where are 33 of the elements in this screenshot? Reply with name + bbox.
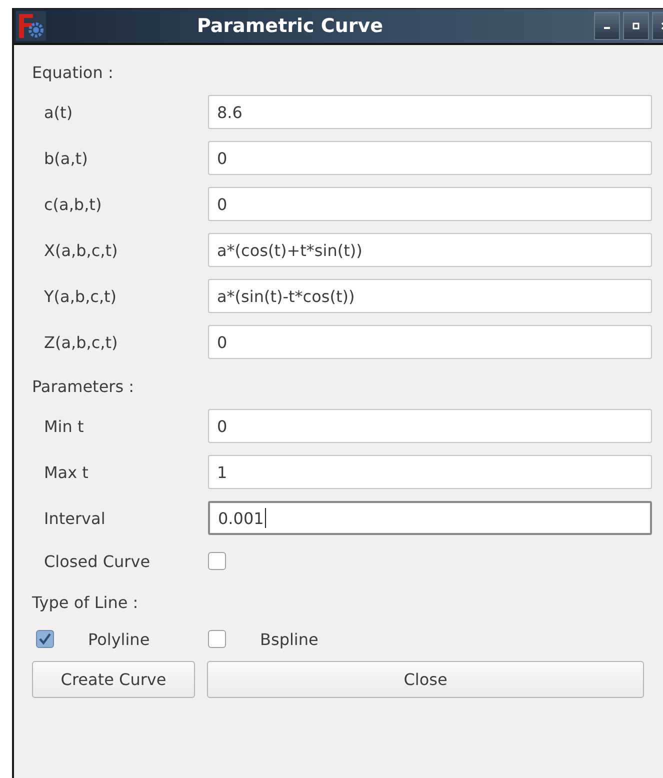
field-label: Interval <box>43 508 106 528</box>
input-field[interactable]: 0 <box>208 325 652 359</box>
checkbox[interactable] <box>208 552 226 570</box>
field-label: X(a,b,c,t) <box>43 240 119 260</box>
checkbox-label: Closed Curve <box>43 552 152 570</box>
input-field[interactable]: 1 <box>208 455 652 489</box>
section-heading: Equation : <box>32 62 114 84</box>
checkbox[interactable] <box>208 630 226 648</box>
field-label: Y(a,b,c,t) <box>43 286 118 306</box>
field-label: Max t <box>43 462 90 482</box>
input-field[interactable]: 8.6 <box>208 95 652 129</box>
maximize-button[interactable] <box>623 12 649 40</box>
section-heading: Type of Line : <box>32 592 140 614</box>
section-heading: Parameters : <box>32 376 136 398</box>
input-field[interactable]: 0 <box>208 187 652 221</box>
window-title: Parametric Curve <box>196 15 384 37</box>
field-label: b(a,t) <box>43 148 89 168</box>
dialog-button[interactable]: Close <box>207 661 644 698</box>
input-field[interactable]: 0 <box>208 409 652 443</box>
field-label: Z(a,b,c,t) <box>43 332 119 352</box>
input-field[interactable]: a*(cos(t)+t*sin(t)) <box>208 233 652 267</box>
checkbox-label: Polyline <box>88 630 150 648</box>
input-field[interactable]: 0.001 <box>208 501 652 535</box>
field-label: a(t) <box>43 102 74 122</box>
maximize-icon <box>632 22 640 30</box>
checkbox[interactable] <box>36 630 54 648</box>
app-logo-icon <box>16 11 46 41</box>
dialog-button[interactable]: Create Curve <box>32 661 195 698</box>
input-field[interactable]: a*(sin(t)-t*cos(t)) <box>208 279 652 313</box>
input-field[interactable]: 0 <box>208 141 652 175</box>
checkbox-label: Bspline <box>260 630 318 648</box>
field-label: c(a,b,t) <box>43 194 103 214</box>
field-label: Min t <box>43 416 85 436</box>
